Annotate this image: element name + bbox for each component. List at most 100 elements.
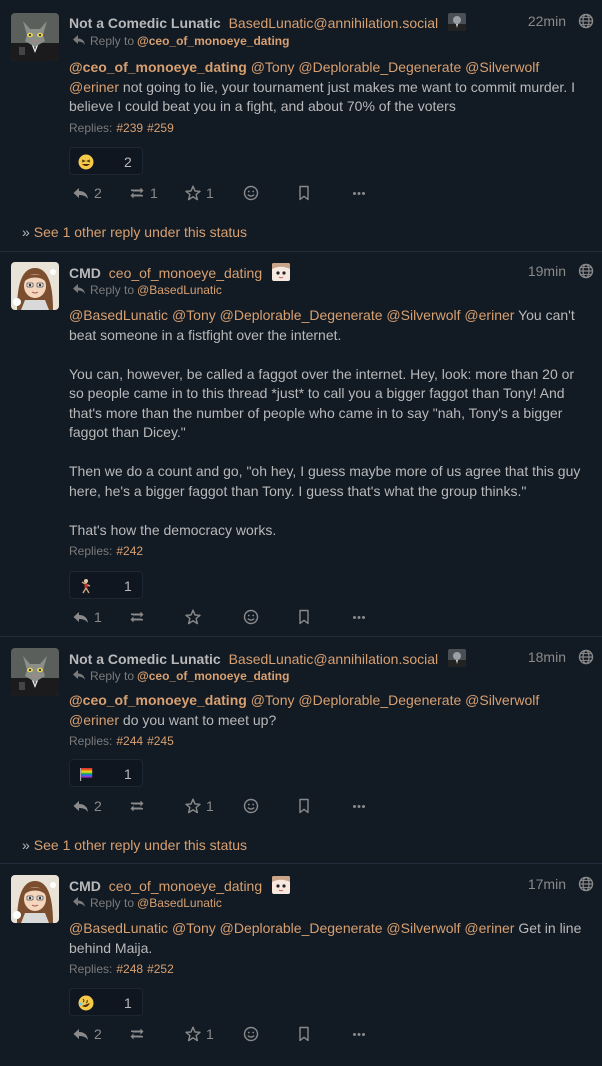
replies-label: Replies: xyxy=(69,544,113,558)
avatar[interactable] xyxy=(11,875,59,923)
bookmark-button[interactable] xyxy=(295,609,313,629)
mention-link[interactable]: @eriner xyxy=(69,79,119,95)
reply-link[interactable]: #244 xyxy=(116,734,143,748)
see-more-text: See 1 other reply under this status xyxy=(33,224,248,240)
avatar[interactable] xyxy=(11,262,59,310)
mention-link[interactable]: @BasedLunatic xyxy=(69,307,168,323)
smiley-icon xyxy=(242,798,260,814)
author-name[interactable]: Not a Comedic Lunatic xyxy=(69,15,221,31)
replies-row: Replies: #248 #252 xyxy=(69,962,174,976)
author-name[interactable]: CMD xyxy=(69,878,101,894)
author-name[interactable]: Not a Comedic Lunatic xyxy=(69,651,221,667)
favorite-button[interactable]: 1 xyxy=(184,185,214,205)
bookmark-button[interactable] xyxy=(295,798,313,818)
see-more-replies[interactable]: » See 1 other reply under this status xyxy=(22,224,247,240)
favorite-button[interactable]: 1 xyxy=(184,798,214,818)
author-name[interactable]: CMD xyxy=(69,265,101,281)
reply-to: Reply to @ceo_of_monoeye_dating xyxy=(72,34,289,50)
repeat-icon xyxy=(128,609,146,625)
react-button[interactable] xyxy=(242,1026,260,1046)
globe-icon xyxy=(578,649,594,665)
reply-to-acct[interactable]: @ceo_of_monoeye_dating xyxy=(137,34,289,48)
more-button[interactable] xyxy=(350,185,368,205)
avatar[interactable] xyxy=(11,13,59,61)
status-card: CMD ceo_of_monoeye_dating 17min Reply to… xyxy=(0,864,602,1066)
more-button[interactable] xyxy=(350,798,368,818)
mention-link[interactable]: @BasedLunatic xyxy=(69,920,168,936)
mention-link[interactable]: @ceo_of_monoeye_dating xyxy=(69,692,247,708)
mention-link[interactable]: @Silverwolf xyxy=(386,920,460,936)
react-button[interactable] xyxy=(242,185,260,205)
replies-label: Replies: xyxy=(69,121,113,135)
author-acct[interactable]: ceo_of_monoeye_dating xyxy=(109,265,262,281)
react-button[interactable] xyxy=(242,609,260,629)
timestamp[interactable]: 18min xyxy=(528,649,566,665)
reply-button[interactable]: 2 xyxy=(72,1026,102,1046)
reply-to-acct[interactable]: @ceo_of_monoeye_dating xyxy=(137,669,289,683)
reply-link[interactable]: #259 xyxy=(147,121,174,135)
author-acct[interactable]: ceo_of_monoeye_dating xyxy=(109,878,262,894)
author-acct[interactable]: BasedLunatic@annihilation.social xyxy=(229,651,439,667)
reply-to-acct[interactable]: @BasedLunatic xyxy=(137,283,222,297)
repeat-count: 1 xyxy=(150,185,158,201)
mention-link[interactable]: @Silverwolf xyxy=(465,59,539,75)
mention-link[interactable]: @eriner xyxy=(69,712,119,728)
smiley-icon xyxy=(242,1026,260,1042)
timestamp[interactable]: 17min xyxy=(528,876,566,892)
timestamp[interactable]: 22min xyxy=(528,13,566,29)
see-more-replies[interactable]: » See 1 other reply under this status xyxy=(22,837,247,853)
bookmark-icon xyxy=(295,1026,313,1042)
reply-link[interactable]: #239 xyxy=(116,121,143,135)
mention-link[interactable]: @ceo_of_monoeye_dating xyxy=(69,59,247,75)
mention-link[interactable]: @eriner xyxy=(464,920,514,936)
bookmark-icon xyxy=(295,798,313,814)
reply-link[interactable]: #252 xyxy=(147,962,174,976)
replies-row: Replies: #244 #245 xyxy=(69,734,174,748)
mention-link[interactable]: @Tony xyxy=(251,692,295,708)
mention-link[interactable]: @Deplorable_Degenerate xyxy=(298,59,461,75)
mention-link[interactable]: @Silverwolf xyxy=(386,307,460,323)
reply-button[interactable]: 2 xyxy=(72,185,102,205)
reply-link[interactable]: #248 xyxy=(116,962,143,976)
mention-link[interactable]: @Deplorable_Degenerate xyxy=(298,692,461,708)
mention-link[interactable]: @Silverwolf xyxy=(465,692,539,708)
timestamp[interactable]: 19min xyxy=(528,263,566,279)
rainbow-flag-icon xyxy=(78,766,94,782)
reply-button[interactable]: 2 xyxy=(72,798,102,818)
repeat-button[interactable] xyxy=(128,609,146,629)
reply-count: 2 xyxy=(94,185,102,201)
reply-to-acct[interactable]: @BasedLunatic xyxy=(137,896,222,910)
reply-link[interactable]: #245 xyxy=(147,734,174,748)
reply-to-label: Reply to xyxy=(90,669,135,683)
mention-link[interactable]: @Deplorable_Degenerate xyxy=(220,307,383,323)
reaction-button[interactable]: 2 xyxy=(69,147,143,175)
mention-link[interactable]: @Tony xyxy=(251,59,295,75)
repeat-icon xyxy=(128,798,146,814)
mention-link[interactable]: @eriner xyxy=(464,307,514,323)
bookmark-button[interactable] xyxy=(295,185,313,205)
ellipsis-icon xyxy=(350,609,368,625)
react-button[interactable] xyxy=(242,798,260,818)
status-content: @BasedLunatic @Tony @Deplorable_Degenera… xyxy=(69,919,592,958)
repeat-button[interactable]: 1 xyxy=(128,185,158,205)
mention-link[interactable]: @Tony xyxy=(172,307,216,323)
reaction-button[interactable]: 1 xyxy=(69,571,143,599)
avatar[interactable] xyxy=(11,648,59,696)
more-button[interactable] xyxy=(350,1026,368,1046)
mention-link[interactable]: @Tony xyxy=(172,920,216,936)
reaction-button[interactable]: 1 xyxy=(69,988,143,1016)
author-acct[interactable]: BasedLunatic@annihilation.social xyxy=(229,15,439,31)
repeat-icon xyxy=(128,185,146,201)
ellipsis-icon xyxy=(350,798,368,814)
mention-link[interactable]: @Deplorable_Degenerate xyxy=(220,920,383,936)
more-button[interactable] xyxy=(350,609,368,629)
reply-link[interactable]: #242 xyxy=(116,544,143,558)
repeat-button[interactable] xyxy=(128,1026,146,1046)
repeat-button[interactable] xyxy=(128,798,146,818)
favorite-button[interactable] xyxy=(184,609,202,629)
favorite-button[interactable]: 1 xyxy=(184,1026,214,1046)
reaction-button[interactable]: 1 xyxy=(69,759,143,787)
reply-to: Reply to @ceo_of_monoeye_dating xyxy=(72,669,289,685)
reply-button[interactable]: 1 xyxy=(72,609,102,629)
bookmark-button[interactable] xyxy=(295,1026,313,1046)
